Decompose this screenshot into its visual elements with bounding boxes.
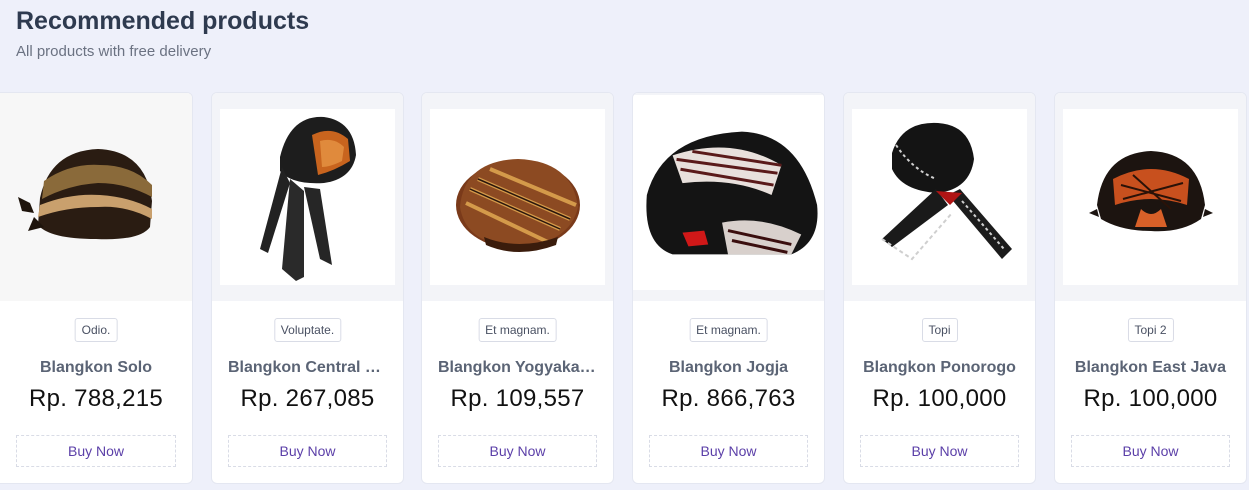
product-price: Rp. 109,557 bbox=[450, 385, 585, 412]
product-name[interactable]: Blangkon East Java bbox=[1071, 359, 1230, 377]
category-badge: Voluptate. bbox=[273, 318, 342, 342]
blangkon-yogyakarta-image[interactable] bbox=[430, 109, 605, 285]
blangkon-solo-image[interactable] bbox=[0, 93, 192, 301]
category-badge: Topi 2 bbox=[1127, 318, 1174, 342]
product-card[interactable]: Voluptate. Blangkon Central Java Rp. 267… bbox=[211, 92, 404, 484]
category-badge: Et magnam. bbox=[689, 318, 768, 342]
buy-now-button[interactable]: Buy Now bbox=[228, 435, 387, 467]
product-grid: Odio. Blangkon Solo Rp. 788,215 Buy Now … bbox=[0, 92, 1249, 490]
buy-now-button[interactable]: Buy Now bbox=[16, 435, 176, 467]
product-image-frame bbox=[0, 93, 192, 301]
category-badge: Odio. bbox=[74, 318, 118, 342]
section-title: Recommended products bbox=[16, 7, 310, 35]
product-price: Rp. 866,763 bbox=[661, 385, 796, 412]
product-card[interactable]: Et magnam. Blangkon Jogja Rp. 866,763 Bu… bbox=[632, 92, 825, 484]
product-image-frame bbox=[633, 93, 824, 301]
product-price: Rp. 100,000 bbox=[872, 385, 1007, 412]
blangkon-central-java-image[interactable] bbox=[220, 109, 395, 285]
product-card[interactable]: Topi 2 Blangkon East Java Rp. 100,000 Bu… bbox=[1054, 92, 1247, 484]
buy-now-button[interactable]: Buy Now bbox=[649, 435, 808, 467]
product-image-frame bbox=[212, 93, 403, 301]
buy-now-button[interactable]: Buy Now bbox=[860, 435, 1019, 467]
product-name[interactable]: Blangkon Solo bbox=[16, 359, 176, 377]
product-card[interactable]: Odio. Blangkon Solo Rp. 788,215 Buy Now bbox=[0, 92, 193, 484]
product-price: Rp. 267,085 bbox=[240, 385, 375, 412]
product-name[interactable]: Blangkon Ponorogo bbox=[860, 359, 1019, 377]
product-image-frame bbox=[844, 93, 1035, 301]
product-name[interactable]: Blangkon Yogyakarta bbox=[438, 359, 597, 377]
blangkon-jogja-image[interactable] bbox=[633, 95, 824, 290]
blangkon-east-java-image[interactable] bbox=[1063, 109, 1238, 285]
buy-now-button[interactable]: Buy Now bbox=[1071, 435, 1230, 467]
product-price: Rp. 788,215 bbox=[28, 385, 164, 412]
category-badge: Topi bbox=[921, 318, 958, 342]
buy-now-button[interactable]: Buy Now bbox=[438, 435, 597, 467]
product-card[interactable]: Topi Blangkon Ponorogo Rp. 100,000 Buy N… bbox=[843, 92, 1036, 484]
blangkon-ponorogo-image[interactable] bbox=[852, 109, 1027, 285]
section-subtitle: All products with free delivery bbox=[16, 43, 212, 60]
product-image-frame bbox=[422, 93, 613, 301]
product-name[interactable]: Blangkon Central Java bbox=[228, 359, 387, 377]
product-card[interactable]: Et magnam. Blangkon Yogyakarta Rp. 109,5… bbox=[421, 92, 614, 484]
product-image-frame bbox=[1055, 93, 1246, 301]
category-badge: Et magnam. bbox=[478, 318, 557, 342]
section-header: Recommended products All products with f… bbox=[16, 5, 309, 61]
product-price: Rp. 100,000 bbox=[1083, 385, 1218, 412]
product-name[interactable]: Blangkon Jogja bbox=[649, 359, 808, 377]
